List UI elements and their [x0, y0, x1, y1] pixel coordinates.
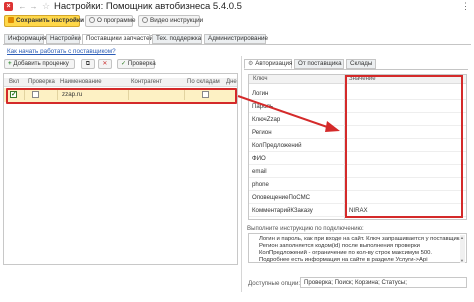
instructions-scrollbar[interactable]: ▲ ▼ — [460, 235, 465, 263]
instructions-line: Регион заполняется кодом(id) после выпол… — [259, 243, 420, 249]
tab-authorization[interactable]: ⚙ Авторизация — [244, 59, 292, 69]
col-days[interactable]: Дне — [226, 78, 237, 87]
video-instructions-button[interactable]: Видео инструкции — [138, 15, 204, 27]
instructions-line: КолПредложений - ограничение по кол-ву с… — [259, 250, 433, 256]
tab-administration[interactable]: Администрирование — [204, 34, 268, 44]
window-title: Настройки: Помощник автобизнеса 5.4.0.5 — [54, 1, 242, 12]
add-icon: + — [8, 60, 12, 67]
scroll-down-icon[interactable]: ▼ — [460, 258, 464, 263]
auth-key: Регион — [252, 129, 272, 136]
options-label: Доступные опции: — [248, 280, 301, 287]
video-instructions-label: Видео инструкции — [150, 17, 204, 24]
instructions-box[interactable]: Логин и пароль, как при входе на сайт. К… — [248, 233, 467, 263]
suppliers-table-header: Вкл Проверка Наименование Контрагент По … — [4, 78, 237, 87]
col-name[interactable]: Наименование — [60, 78, 102, 87]
col-counterparty[interactable]: Контрагент — [131, 78, 162, 87]
options-field[interactable]: Проверка; Поиск; Корзина; Статусы; — [300, 277, 467, 288]
lock-icon: ⚙ — [248, 60, 254, 67]
auth-key: Пароль — [252, 103, 274, 110]
annotation-highlight-row — [6, 88, 237, 104]
tab-settings[interactable]: Настройки — [46, 34, 81, 44]
instructions-label: Выполните инструкцию по подключению: — [247, 225, 364, 232]
panel-divider[interactable] — [241, 56, 242, 292]
auth-key: ОповещениеПоСМС — [252, 194, 311, 201]
auth-key: КолПредложений — [252, 142, 302, 149]
auth-key: ФИО — [252, 155, 266, 162]
about-button[interactable]: О программе — [85, 15, 136, 27]
copy-button[interactable]: ⧉ — [81, 59, 95, 69]
save-settings-button[interactable]: Сохранить настройки — [4, 15, 84, 27]
tab-from-supplier[interactable]: От поставщика — [294, 59, 344, 69]
close-icon[interactable]: × — [4, 2, 13, 11]
about-label: О программе — [97, 17, 136, 24]
add-quote-label: Добавить проценку — [13, 60, 69, 67]
save-icon — [8, 16, 14, 23]
save-settings-label: Сохранить настройки — [16, 17, 84, 24]
title-bar: × ← → ☆ Настройки: Помощник автобизнеса … — [0, 0, 474, 14]
col-check[interactable]: Проверка — [28, 78, 55, 87]
info-icon — [89, 16, 95, 23]
auth-key: email — [252, 168, 267, 175]
auth-key: Логин — [252, 90, 269, 97]
instructions-line: Логин и пароль, как при входе на сайт. К… — [259, 236, 465, 242]
tab-authorization-label: Авторизация — [255, 60, 293, 67]
auth-key: КлючZzap — [252, 116, 281, 123]
copy-icon: ⧉ — [85, 60, 91, 67]
tab-tech-support[interactable]: Тех. поддержка — [152, 34, 202, 44]
help-link[interactable]: Как начать работать с поставщиком? — [7, 48, 116, 55]
check-icon: ✓ — [121, 60, 127, 67]
check-button[interactable]: ✓ Проверка — [117, 59, 156, 69]
instructions-line: Подробнее есть информация на сайте в раз… — [259, 257, 428, 263]
add-quote-button[interactable]: + Добавить проценку — [4, 59, 75, 69]
col-key[interactable]: Ключ — [253, 75, 268, 84]
col-enabled[interactable]: Вкл — [9, 78, 19, 87]
tab-divider — [3, 44, 471, 45]
tab-information[interactable]: Информация — [4, 34, 47, 44]
help-icon — [142, 16, 148, 23]
delete-icon: ✕ — [102, 60, 108, 67]
more-menu-icon[interactable]: ⋮ — [461, 1, 470, 11]
col-by-warehouse[interactable]: По складам — [187, 78, 220, 87]
favorite-star-icon[interactable]: ☆ — [42, 1, 50, 11]
forward-arrow-icon[interactable]: → — [29, 2, 38, 11]
annotation-highlight-values — [345, 75, 463, 218]
settings-tab-divider — [244, 69, 468, 70]
check-label: Проверка — [127, 60, 156, 67]
back-arrow-icon[interactable]: ← — [18, 2, 27, 11]
auth-key: phone — [252, 181, 269, 188]
delete-button[interactable]: ✕ — [98, 59, 112, 69]
tab-warehouses[interactable]: Склады — [346, 59, 376, 69]
scroll-up-icon[interactable]: ▲ — [460, 235, 464, 240]
auth-key: КомментарийКЗаказу — [252, 207, 313, 214]
